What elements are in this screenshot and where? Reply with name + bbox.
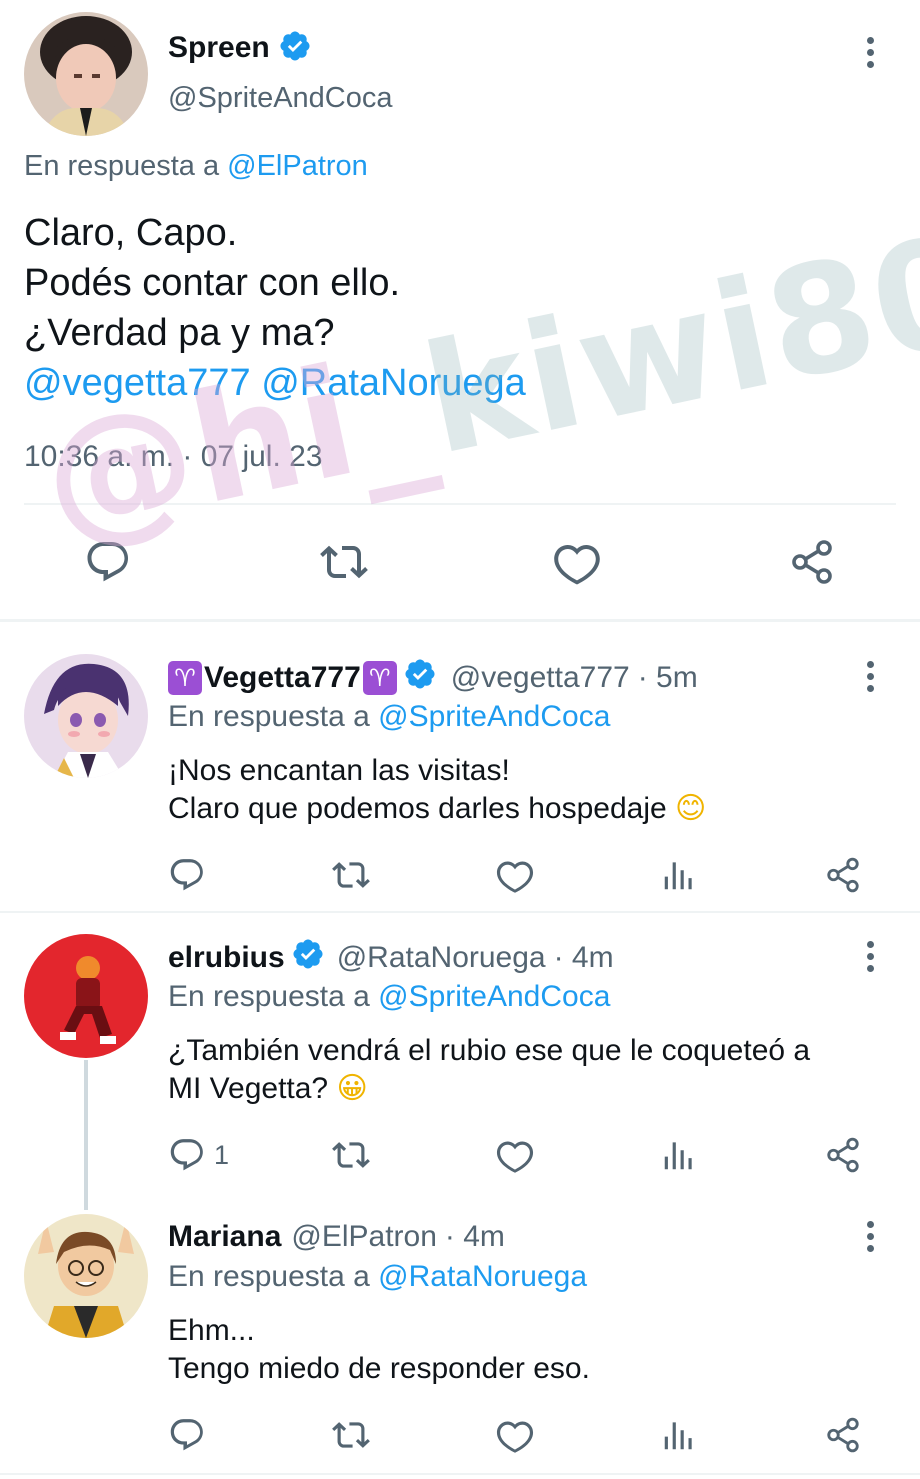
reply-context: En respuesta a @RataNoruega <box>168 1260 587 1294</box>
analytics-icon <box>664 1142 692 1170</box>
tweet-text: ¿También vendrá el rubio ese que le coqu… <box>168 1032 810 1108</box>
share-button[interactable] <box>824 856 862 894</box>
retweet-button[interactable] <box>330 1136 372 1174</box>
verified-icon <box>291 937 325 979</box>
reply-count: 1 <box>214 1139 230 1170</box>
tweet-line: Podés contar con ello. <box>24 262 401 304</box>
analytics-button[interactable] <box>660 856 698 894</box>
analytics-icon <box>664 1422 692 1450</box>
tweet-timestamp[interactable]: 10:36 a. m. · 07 jul. 23 <box>24 440 323 474</box>
share-button[interactable] <box>788 538 836 586</box>
tweet-time[interactable]: · 4m <box>554 941 614 975</box>
author-name[interactable]: Spreen <box>168 31 270 65</box>
like-button[interactable] <box>496 1136 534 1174</box>
author-handle[interactable]: @RataNoruega <box>337 941 546 975</box>
reply-to-link[interactable]: @RataNoruega <box>378 1260 587 1293</box>
like-button[interactable] <box>553 538 601 586</box>
avatar-mariana[interactable] <box>24 1214 148 1338</box>
reply-icon <box>170 859 203 891</box>
more-icon[interactable] <box>860 1216 880 1256</box>
retweet-button[interactable] <box>330 856 372 894</box>
reply-button[interactable] <box>168 856 214 894</box>
retweet-icon <box>332 862 370 888</box>
reply-context: En respuesta a @SpriteAndCoca <box>168 700 610 734</box>
thread-line <box>84 1060 88 1210</box>
reply-context: En respuesta a @SpriteAndCoca <box>168 980 610 1014</box>
grinning-emoji-icon: 😀 <box>336 1071 368 1106</box>
reply-to-link[interactable]: @SpriteAndCoca <box>378 980 610 1013</box>
tweet-line: Ehm... <box>168 1314 255 1347</box>
retweet-button[interactable] <box>330 1416 372 1454</box>
retweet-icon <box>332 1422 370 1448</box>
author-handle[interactable]: @ElPatron <box>291 1220 437 1254</box>
section-divider <box>0 911 920 913</box>
reply-button[interactable] <box>168 1416 214 1454</box>
analytics-button[interactable] <box>660 1136 698 1174</box>
tweet-line: Claro, Capo. <box>24 212 238 254</box>
tweet-line: ¿También vendrá el rubio ese que le coqu… <box>168 1034 811 1067</box>
reply-icon <box>170 1419 203 1451</box>
reply-prefix: En respuesta a <box>168 700 370 733</box>
reply-icon <box>87 542 128 582</box>
reply-prefix: En respuesta a <box>168 1260 370 1293</box>
share-icon <box>792 540 832 584</box>
retweet-button[interactable] <box>318 538 370 586</box>
tweet-text: Claro, Capo. Podés contar con ello. ¿Ver… <box>24 208 526 408</box>
author-handle[interactable]: @vegetta777 <box>451 661 630 695</box>
like-icon <box>496 861 534 893</box>
section-divider <box>0 1473 920 1475</box>
reply-to-link[interactable]: @ElPatron <box>227 150 368 182</box>
verified-icon <box>403 657 437 699</box>
analytics-icon <box>664 862 692 890</box>
avatar-elrubius[interactable] <box>24 934 148 1058</box>
more-icon[interactable] <box>860 936 880 976</box>
section-divider <box>0 619 920 622</box>
share-button[interactable] <box>824 1136 862 1174</box>
author-name[interactable]: Vegetta777 <box>204 661 361 695</box>
like-icon <box>496 1141 534 1173</box>
tweet-line: ¡Nos encantan las visitas! <box>168 754 510 787</box>
share-icon <box>827 857 859 893</box>
avatar-spreen[interactable] <box>24 12 148 136</box>
tweet-time[interactable]: · 4m <box>445 1220 505 1254</box>
avatar-vegetta[interactable] <box>24 654 148 778</box>
like-icon <box>554 544 600 585</box>
aries-emoji-icon: ♈ <box>168 661 202 695</box>
retweet-icon <box>320 545 368 579</box>
author-name[interactable]: Mariana <box>168 1220 281 1254</box>
reply-button[interactable]: 1 <box>168 1136 229 1174</box>
share-icon <box>827 1417 859 1453</box>
mention-ratanoruega[interactable]: @RataNoruega <box>261 362 526 404</box>
verified-icon <box>278 29 312 68</box>
reply-button[interactable] <box>84 538 132 586</box>
reply-prefix: En respuesta a <box>168 980 370 1013</box>
tweet-line: ¿Verdad pa y ma? <box>24 312 335 354</box>
more-icon[interactable] <box>860 32 880 72</box>
like-button[interactable] <box>496 856 534 894</box>
tweet-line: Tengo miedo de responder eso. <box>168 1352 590 1385</box>
retweet-icon <box>332 1142 370 1168</box>
tweet-line: Claro que podemos darles hospedaje <box>168 792 667 825</box>
aries-emoji-icon: ♈ <box>362 661 397 695</box>
more-icon[interactable] <box>860 656 880 696</box>
author-handle[interactable]: @SpriteAndCoca <box>168 82 393 115</box>
tweet-text: ¡Nos encantan las visitas! Claro que pod… <box>168 752 706 828</box>
share-button[interactable] <box>824 1416 862 1454</box>
tweet-text: Ehm... Tengo miedo de responder eso. <box>168 1312 590 1388</box>
like-button[interactable] <box>496 1416 534 1454</box>
mention-vegetta777[interactable]: @vegetta777 <box>24 362 251 404</box>
share-icon <box>827 1137 859 1173</box>
divider <box>24 503 896 505</box>
author-name[interactable]: elrubius <box>168 941 285 975</box>
like-icon <box>496 1421 534 1453</box>
analytics-button[interactable] <box>660 1416 698 1454</box>
tweet-line: MI Vegetta? <box>168 1072 329 1105</box>
smiling-emoji-icon: 😊 <box>675 791 707 826</box>
reply-prefix: En respuesta a <box>24 150 220 182</box>
tweet-time[interactable]: · 5m <box>638 661 698 695</box>
reply-icon <box>170 1139 203 1171</box>
reply-to-link[interactable]: @SpriteAndCoca <box>378 700 610 733</box>
reply-context: En respuesta a @ElPatron <box>24 150 368 183</box>
